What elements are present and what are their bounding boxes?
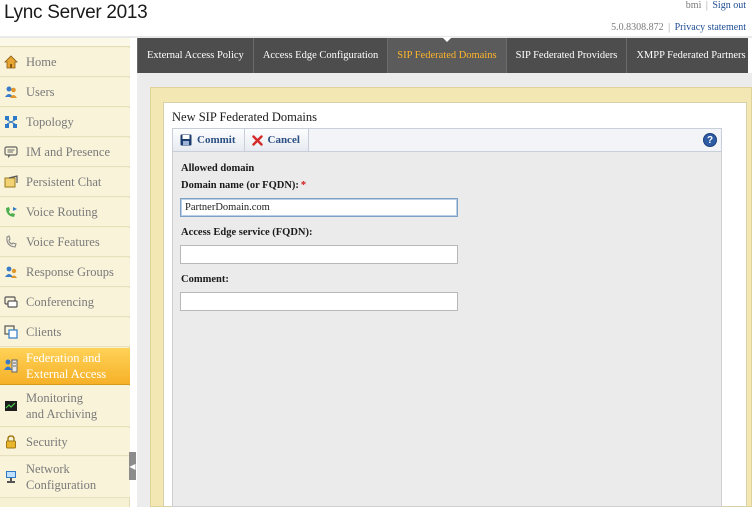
commit-label: Commit [197, 134, 236, 146]
cancel-x-icon [251, 134, 263, 146]
cancel-label: Cancel [267, 134, 300, 146]
header-separator: | [668, 22, 671, 33]
version-text: 5.0.8308.872 [611, 22, 664, 33]
help-icon: ? [703, 133, 717, 147]
sidebar-collapse-handle[interactable]: ◀ [129, 452, 136, 480]
sidebar-item-label-line: and Archiving [26, 407, 98, 421]
sidebar-item-label-line: Monitoring [26, 391, 83, 405]
domain-name-label: Domain name (or FQDN): * [181, 180, 306, 191]
sidebar-item-label: Clients [26, 325, 62, 339]
sidebar-item-response-groups[interactable]: Response Groups [0, 258, 130, 287]
sidebar-item-conferencing[interactable]: Conferencing [0, 288, 130, 317]
header-separator: | [705, 0, 708, 11]
monitoring-icon [2, 398, 20, 414]
section-heading: Allowed domain [181, 163, 255, 174]
sidebar-item-home[interactable]: Home [0, 48, 130, 77]
im-presence-icon [2, 144, 20, 160]
access-edge-label: Access Edge service (FQDN): [181, 227, 313, 238]
sidebar-item-label: Network Configuration [26, 461, 96, 493]
sidebar-item-im-presence[interactable]: IM and Presence [0, 138, 130, 167]
chevron-left-icon: ◀ [129, 461, 136, 471]
sidebar-item-network[interactable]: Network Configuration [0, 457, 130, 498]
persistent-chat-icon [2, 174, 20, 190]
sidebar-item-users[interactable]: Users [0, 78, 130, 107]
home-icon [2, 54, 20, 70]
tab-xmpp-federated-partners[interactable]: XMPP Federated Partners [626, 38, 752, 73]
user-name: bmi [685, 0, 702, 11]
privacy-statement-link[interactable]: Privacy statement [675, 22, 746, 33]
sidebar-top-strip [0, 38, 130, 47]
sidebar-item-monitoring[interactable]: Monitoring and Archiving [0, 386, 130, 427]
sidebar-item-topology[interactable]: Topology [0, 108, 130, 137]
sidebar-item-label: Response Groups [26, 265, 114, 279]
sidebar-item-label: Home [26, 55, 57, 69]
sidebar-item-federation[interactable]: Federation and External Access [0, 348, 130, 385]
topology-icon [2, 114, 20, 130]
panel-title: New SIP Federated Domains [172, 110, 317, 124]
clients-icon [2, 324, 20, 340]
cancel-button[interactable]: Cancel [244, 129, 309, 151]
voice-routing-icon [2, 204, 20, 220]
network-icon [2, 469, 20, 485]
tab-sip-federated-domains[interactable]: SIP Federated Domains [387, 37, 506, 73]
sidebar-item-label: Monitoring and Archiving [26, 390, 97, 422]
response-groups-icon [2, 264, 20, 280]
voice-features-icon [2, 234, 20, 250]
sidebar-item-label-line: External Access [26, 367, 107, 381]
comment-input[interactable] [180, 292, 458, 311]
tab-bar: External Access Policy Access Edge Confi… [137, 37, 748, 73]
commit-button[interactable]: Commit [173, 129, 245, 151]
required-marker: * [300, 180, 307, 191]
federation-icon [2, 358, 20, 374]
sidebar-item-label: Persistent Chat [26, 175, 102, 189]
security-lock-icon [2, 434, 20, 450]
help-button[interactable]: ? [699, 129, 721, 151]
domain-name-input[interactable] [180, 198, 458, 217]
sidebar-item-label: Conferencing [26, 295, 95, 309]
conferencing-icon [2, 294, 20, 310]
users-icon [2, 84, 20, 100]
domain-name-label-text: Domain name (or FQDN): [181, 180, 299, 191]
sidebar-item-label: Voice Routing [26, 205, 98, 219]
sign-out-link[interactable]: Sign out [712, 0, 746, 11]
sidebar-item-label-line: Network [26, 462, 70, 476]
tab-access-edge-configuration[interactable]: Access Edge Configuration [252, 38, 387, 73]
sidebar-item-label: Users [26, 85, 55, 99]
sidebar-item-voice-features[interactable]: Voice Features [0, 228, 130, 257]
tab-external-access-policy[interactable]: External Access Policy [137, 38, 253, 73]
app-title: Lync Server 2013 [4, 2, 148, 23]
sidebar-item-label: Federation and External Access [26, 350, 106, 382]
sidebar-item-security[interactable]: Security [0, 428, 130, 456]
panel-toolbar: Commit Cancel ? [172, 128, 722, 152]
sidebar-item-label-line: Federation and [26, 351, 101, 365]
tab-sip-federated-providers[interactable]: SIP Federated Providers [505, 38, 627, 73]
sidebar-item-label: Topology [26, 115, 74, 129]
access-edge-input[interactable] [180, 245, 458, 264]
sidebar-item-label: Security [26, 434, 68, 449]
sidebar-item-label: IM and Presence [26, 145, 110, 159]
sidebar-item-label: Voice Features [26, 235, 100, 249]
save-disk-icon [180, 134, 192, 146]
comment-label: Comment: [181, 274, 229, 285]
sidebar-item-voice-routing[interactable]: Voice Routing [0, 198, 130, 227]
sidebar-item-clients[interactable]: Clients [0, 318, 130, 347]
sidebar-item-persistent-chat[interactable]: Persistent Chat [0, 168, 130, 197]
sidebar-item-label-line: Configuration [26, 478, 97, 492]
